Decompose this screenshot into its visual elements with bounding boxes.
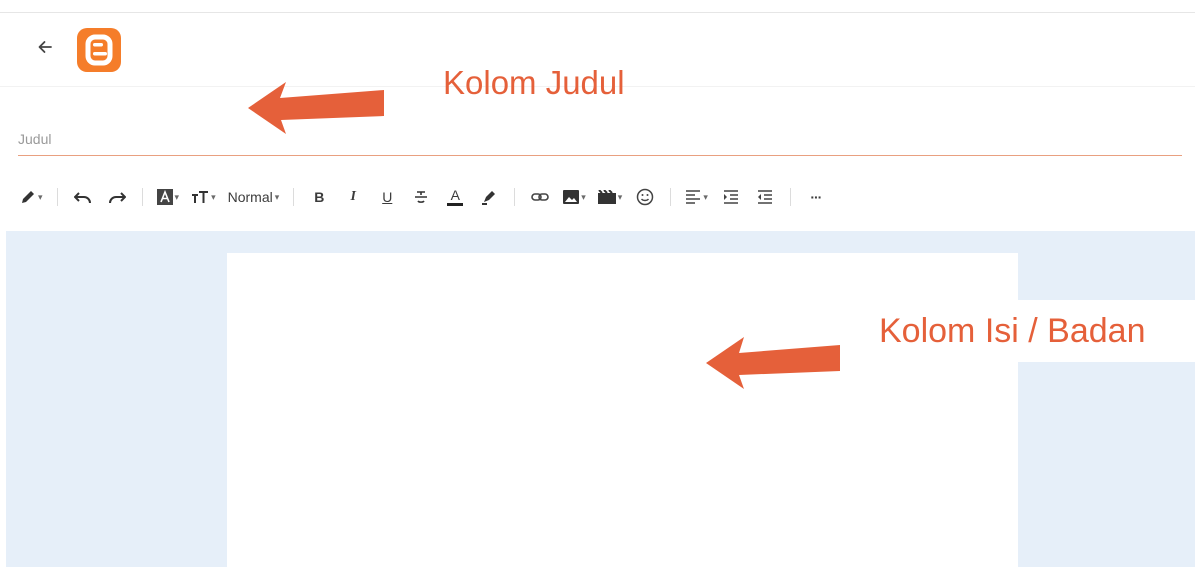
emoji-icon	[637, 188, 654, 206]
toolbar-separator	[293, 188, 295, 206]
video-icon	[597, 190, 616, 204]
outdent-button[interactable]	[750, 183, 780, 211]
title-input[interactable]	[18, 124, 1182, 154]
redo-icon	[108, 192, 126, 204]
chevron-down-icon: ▾	[38, 191, 43, 202]
image-dropdown[interactable]: ▾	[559, 183, 590, 211]
format-label: Normal	[227, 189, 273, 205]
annotation-title-label: Kolom Judul	[443, 64, 625, 101]
align-left-icon	[686, 190, 701, 204]
italic-label: I	[350, 189, 356, 204]
title-underline	[18, 155, 1182, 156]
chevron-down-icon: ▾	[703, 191, 708, 202]
strikethrough-icon	[415, 191, 428, 203]
font-size-icon	[192, 191, 209, 203]
mode-dropdown[interactable]: ▾	[16, 183, 47, 211]
chevron-down-icon: ▾	[274, 191, 280, 202]
emoji-button[interactable]	[630, 183, 660, 211]
annotation-arrow-title	[248, 82, 384, 134]
indent-button[interactable]	[716, 183, 746, 211]
toolbar-separator	[514, 188, 516, 206]
redo-button[interactable]	[102, 183, 132, 211]
annotation-body-label: Kolom Isi / Badan	[879, 312, 1146, 350]
highlighter-icon	[482, 191, 496, 205]
align-dropdown[interactable]: ▾	[681, 183, 712, 211]
blogger-logo-icon[interactable]	[77, 28, 121, 72]
image-icon	[563, 190, 580, 204]
arrow-left-icon	[38, 41, 52, 53]
toolbar-separator	[56, 188, 58, 206]
format-dropdown[interactable]: Normal ▾	[224, 183, 284, 211]
chevron-down-icon: ▾	[581, 191, 586, 202]
underline-label: U	[382, 189, 393, 205]
more-options-button[interactable]: ···	[801, 183, 831, 211]
underline-button[interactable]: U	[372, 183, 402, 211]
top-divider	[0, 12, 1195, 13]
text-color-label: A	[450, 187, 460, 203]
undo-button[interactable]	[68, 183, 98, 211]
italic-button[interactable]: I	[338, 183, 368, 211]
chevron-down-icon: ▾	[211, 191, 216, 202]
more-label: ···	[810, 189, 822, 205]
font-dropdown[interactable]: ▾	[153, 183, 184, 211]
link-button[interactable]	[525, 183, 555, 211]
video-dropdown[interactable]: ▾	[594, 183, 627, 211]
pencil-icon	[22, 191, 34, 203]
text-color-swatch	[447, 203, 464, 206]
back-button[interactable]	[30, 32, 60, 62]
formatting-toolbar: ▾ ▾ ▾ Normal ▾ B I U A ▾ ▾ ▾ ···	[14, 182, 833, 212]
text-color-button[interactable]: A	[440, 183, 470, 211]
font-icon	[156, 189, 173, 205]
annotation-arrow-body	[706, 337, 840, 389]
bold-button[interactable]: B	[304, 183, 334, 211]
outdent-icon	[757, 190, 772, 204]
bold-label: B	[314, 189, 325, 205]
toolbar-separator	[141, 188, 143, 206]
highlight-button[interactable]	[474, 183, 504, 211]
toolbar-separator	[789, 188, 791, 206]
editor-body[interactable]	[227, 253, 1018, 567]
undo-icon	[73, 192, 91, 204]
indent-icon	[723, 190, 738, 204]
chevron-down-icon: ▾	[174, 191, 180, 202]
toolbar-separator	[670, 188, 672, 206]
strikethrough-button[interactable]	[406, 183, 436, 211]
font-size-dropdown[interactable]: ▾	[187, 183, 220, 211]
chevron-down-icon: ▾	[617, 191, 623, 202]
link-icon	[531, 193, 550, 201]
